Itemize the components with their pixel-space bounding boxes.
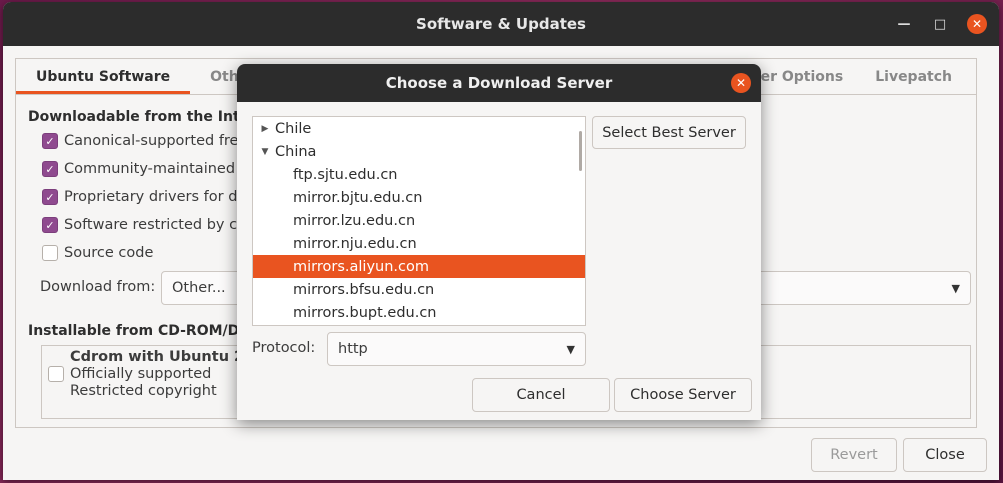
- check-restricted[interactable]: ✓ Software restricted by cop: [42, 217, 255, 233]
- minimize-icon[interactable]: —: [895, 15, 913, 33]
- tree-row-label: ftp.sjtu.edu.cn: [293, 166, 398, 183]
- tree-row-mirror[interactable]: mirrors.bfsu.edu.cn: [253, 278, 585, 301]
- tree-row-mirror[interactable]: ftp.sjtu.edu.cn: [253, 163, 585, 186]
- maximize-icon[interactable]: □: [931, 15, 949, 33]
- tab-ubuntu-software[interactable]: Ubuntu Software: [16, 59, 191, 94]
- check-canonical[interactable]: ✓ Canonical-supported free: [42, 133, 247, 149]
- tree-row-mirror[interactable]: mirror.bjtu.edu.cn: [253, 186, 585, 209]
- check-label: Source code: [64, 245, 154, 261]
- tree-row-label: mirrors.bfsu.edu.cn: [293, 281, 435, 298]
- chevron-down-icon: ▼: [951, 281, 960, 295]
- close-icon[interactable]: ✕: [731, 73, 751, 93]
- check-label: Community-maintained fre: [64, 161, 260, 177]
- download-from-label: Download from:: [40, 279, 156, 295]
- select-best-server-button[interactable]: Select Best Server: [592, 116, 746, 149]
- tree-row-mirror[interactable]: mirror.lzu.edu.cn: [253, 209, 585, 232]
- expander-expanded-icon[interactable]: ▼: [255, 147, 275, 157]
- tree-row-label: Chile: [275, 120, 312, 137]
- close-icon[interactable]: ✕: [967, 14, 987, 34]
- check-proprietary[interactable]: ✓ Proprietary drivers for dev: [42, 189, 255, 205]
- tree-row-label: mirror.nju.edu.cn: [293, 235, 417, 252]
- tree-row-label: mirrors.aliyun.com: [293, 258, 429, 275]
- checkbox-unchecked-icon[interactable]: [48, 366, 64, 382]
- check-label: Canonical-supported free: [64, 133, 248, 149]
- protocol-combo[interactable]: http ▼: [327, 332, 586, 366]
- cancel-button[interactable]: Cancel: [472, 378, 610, 412]
- expander-collapsed-icon[interactable]: ▶: [255, 124, 275, 134]
- tree-row-mirror-selected[interactable]: mirrors.aliyun.com: [253, 255, 585, 278]
- tree-row-label: mirror.lzu.edu.cn: [293, 212, 416, 229]
- dialog-title: Choose a Download Server: [385, 74, 613, 92]
- tree-row-mirror[interactable]: mirrors.bupt.edu.cn: [253, 301, 585, 324]
- dialog-titlebar[interactable]: Choose a Download Server ✕: [237, 64, 761, 102]
- tree-scrollbar[interactable]: [579, 131, 582, 171]
- checkbox-checked-icon[interactable]: ✓: [42, 189, 58, 205]
- checkbox-checked-icon[interactable]: ✓: [42, 161, 58, 177]
- check-label: Software restricted by cop: [64, 217, 256, 233]
- protocol-label: Protocol:: [252, 340, 316, 356]
- server-tree[interactable]: ▶ Chile ▼ China ftp.sjtu.edu.cn mirror.b…: [252, 116, 586, 326]
- choose-server-button[interactable]: Choose Server: [614, 378, 752, 412]
- checkbox-checked-icon[interactable]: ✓: [42, 133, 58, 149]
- check-source-code[interactable]: Source code: [42, 245, 153, 261]
- tab-livepatch[interactable]: Livepatch: [859, 59, 976, 95]
- downloadable-section-title: Downloadable from the Inter: [28, 109, 257, 125]
- revert-button[interactable]: Revert: [811, 438, 897, 472]
- download-from-value: Other...: [172, 280, 226, 296]
- tree-row-country[interactable]: ▼ China: [253, 140, 585, 163]
- window-title: Software & Updates: [416, 15, 586, 33]
- check-label: Proprietary drivers for dev: [64, 189, 255, 205]
- checkbox-unchecked-icon[interactable]: [42, 245, 58, 261]
- installable-section-title: Installable from CD-ROM/DVD: [28, 323, 262, 339]
- tree-row-label: China: [275, 143, 317, 160]
- close-button[interactable]: Close: [903, 438, 987, 472]
- choose-server-dialog: Choose a Download Server ✕ ▶ Chile ▼ Chi…: [237, 64, 761, 420]
- tree-row-country[interactable]: ▶ Chile: [253, 117, 585, 140]
- tree-row-label: mirrors.bupt.edu.cn: [293, 304, 437, 321]
- check-community[interactable]: ✓ Community-maintained fre: [42, 161, 259, 177]
- tree-row-label: mirror.bjtu.edu.cn: [293, 189, 423, 206]
- chevron-down-icon: ▼: [566, 342, 575, 356]
- protocol-value: http: [338, 341, 368, 357]
- checkbox-checked-icon[interactable]: ✓: [42, 217, 58, 233]
- tree-row-mirror[interactable]: mirror.nju.edu.cn: [253, 232, 585, 255]
- window-titlebar[interactable]: Software & Updates — □ ✕: [3, 2, 999, 46]
